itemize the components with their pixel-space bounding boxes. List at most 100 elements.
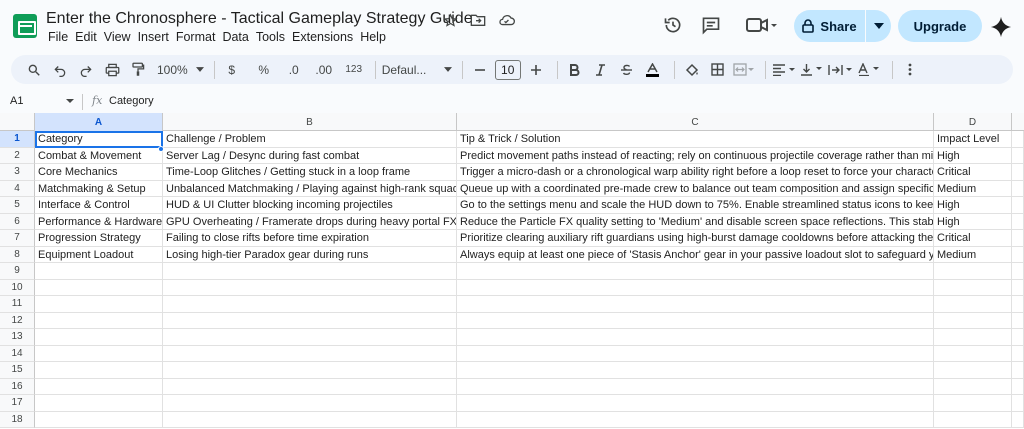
share-button[interactable]: Share bbox=[794, 10, 866, 42]
menu-extensions[interactable]: Extensions bbox=[290, 30, 358, 44]
grid-cell[interactable]: Reduce the Particle FX quality setting t… bbox=[457, 213, 934, 230]
paint-format-icon[interactable] bbox=[127, 59, 149, 81]
row-header[interactable]: 1 bbox=[0, 131, 35, 148]
row-header[interactable]: 14 bbox=[0, 345, 35, 362]
row-header[interactable]: 10 bbox=[0, 279, 35, 296]
menu-format[interactable]: Format bbox=[174, 30, 221, 44]
strikethrough-icon[interactable] bbox=[616, 59, 638, 81]
grid-cell[interactable] bbox=[35, 378, 163, 395]
grid-cell[interactable] bbox=[1012, 131, 1024, 148]
star-icon[interactable] bbox=[440, 10, 460, 30]
grid-cell[interactable]: High bbox=[934, 213, 1012, 230]
horizontal-align-icon[interactable] bbox=[772, 59, 796, 81]
menu-tools[interactable]: Tools bbox=[254, 30, 290, 44]
grid-cell[interactable] bbox=[35, 395, 163, 412]
row-header[interactable]: 8 bbox=[0, 246, 35, 263]
grid-cell[interactable]: GPU Overheating / Framerate drops during… bbox=[163, 213, 457, 230]
decrease-font-size-icon[interactable] bbox=[469, 59, 491, 81]
select-all-corner[interactable] bbox=[0, 113, 35, 131]
grid-cell[interactable]: HUD & UI Clutter blocking incoming proje… bbox=[163, 197, 457, 214]
grid-cell[interactable] bbox=[1012, 312, 1024, 329]
move-folder-icon[interactable] bbox=[468, 10, 488, 30]
grid-cell[interactable] bbox=[457, 362, 934, 379]
grid-cell[interactable] bbox=[35, 362, 163, 379]
grid-cell[interactable] bbox=[163, 362, 457, 379]
menu-edit[interactable]: Edit bbox=[73, 30, 102, 44]
grid-cell[interactable]: Server Lag / Desync during fast combat bbox=[163, 147, 457, 164]
grid-cell[interactable]: Tip & Trick / Solution bbox=[457, 131, 934, 148]
grid-cell[interactable] bbox=[1012, 197, 1024, 214]
grid-cell[interactable] bbox=[163, 329, 457, 346]
selection-fill-handle[interactable] bbox=[158, 146, 164, 152]
grid-cell[interactable] bbox=[1012, 230, 1024, 247]
grid-cell[interactable] bbox=[1012, 279, 1024, 296]
version-history-icon[interactable] bbox=[662, 14, 684, 36]
column-header-b[interactable]: B bbox=[163, 113, 457, 131]
borders-icon[interactable] bbox=[707, 59, 729, 81]
menu-insert[interactable]: Insert bbox=[136, 30, 174, 44]
grid-cell[interactable]: Time-Loop Glitches / Getting stuck in a … bbox=[163, 164, 457, 181]
grid-cell[interactable]: Challenge / Problem bbox=[163, 131, 457, 148]
grid-cell[interactable]: Progression Strategy bbox=[35, 230, 163, 247]
grid-cell[interactable] bbox=[934, 378, 1012, 395]
grid-cell[interactable] bbox=[934, 329, 1012, 346]
grid-cell[interactable] bbox=[163, 395, 457, 412]
grid-cell[interactable] bbox=[934, 345, 1012, 362]
column-header-d[interactable]: D bbox=[934, 113, 1012, 131]
grid-cell[interactable] bbox=[35, 345, 163, 362]
chevron-down-icon[interactable] bbox=[66, 99, 74, 103]
print-icon[interactable] bbox=[101, 59, 123, 81]
row-header[interactable]: 16 bbox=[0, 378, 35, 395]
grid-cell[interactable] bbox=[1012, 296, 1024, 313]
font-size-input[interactable]: 10 bbox=[494, 59, 521, 80]
grid-cell[interactable]: Queue up with a coordinated pre-made cre… bbox=[457, 180, 934, 197]
fill-color-icon[interactable] bbox=[681, 59, 703, 81]
grid-cell[interactable]: Prioritize clearing auxiliary rift guard… bbox=[457, 230, 934, 247]
bold-icon[interactable] bbox=[564, 59, 586, 81]
grid-cell[interactable]: Medium bbox=[934, 246, 1012, 263]
upgrade-button[interactable]: Upgrade bbox=[898, 10, 982, 42]
grid-cell[interactable] bbox=[457, 378, 934, 395]
grid-cell[interactable] bbox=[163, 345, 457, 362]
grid-cell[interactable] bbox=[934, 362, 1012, 379]
grid-cell[interactable] bbox=[457, 329, 934, 346]
grid-cell[interactable]: Critical bbox=[934, 164, 1012, 181]
row-header[interactable]: 6 bbox=[0, 213, 35, 230]
row-header[interactable]: 9 bbox=[0, 263, 35, 280]
grid-cell[interactable]: Matchmaking & Setup bbox=[35, 180, 163, 197]
grid-cell[interactable] bbox=[457, 395, 934, 412]
row-header[interactable]: 15 bbox=[0, 362, 35, 379]
text-rotation-icon[interactable] bbox=[858, 59, 882, 81]
grid-cell[interactable] bbox=[1012, 180, 1024, 197]
percent-format-button[interactable]: % bbox=[253, 59, 275, 81]
grid-cell[interactable]: Predict movement paths instead of reacti… bbox=[457, 147, 934, 164]
more-formats-button[interactable]: 123 bbox=[343, 59, 365, 81]
increase-font-size-icon[interactable] bbox=[525, 59, 547, 81]
grid-cell[interactable]: Always equip at least one piece of 'Stas… bbox=[457, 246, 934, 263]
grid-cell[interactable] bbox=[35, 279, 163, 296]
grid-cell[interactable] bbox=[1012, 329, 1024, 346]
grid-cell[interactable]: Failing to close rifts before time expir… bbox=[163, 230, 457, 247]
grid-cell[interactable] bbox=[457, 263, 934, 280]
grid-cell[interactable]: High bbox=[934, 147, 1012, 164]
grid-cell[interactable] bbox=[1012, 362, 1024, 379]
sheets-logo-icon[interactable] bbox=[13, 14, 37, 38]
font-select[interactable]: Defaul... bbox=[382, 59, 452, 81]
grid-cell[interactable] bbox=[457, 296, 934, 313]
grid-cell[interactable] bbox=[934, 279, 1012, 296]
grid-cell[interactable] bbox=[1012, 147, 1024, 164]
column-header-c[interactable]: C bbox=[457, 113, 934, 131]
grid-cell[interactable] bbox=[457, 312, 934, 329]
row-header[interactable]: 12 bbox=[0, 312, 35, 329]
grid-cell[interactable]: High bbox=[934, 197, 1012, 214]
grid-cell[interactable]: Category bbox=[35, 131, 163, 148]
row-header[interactable]: 17 bbox=[0, 395, 35, 412]
grid-cell[interactable]: Go to the settings menu and scale the HU… bbox=[457, 197, 934, 214]
grid-cell[interactable] bbox=[934, 395, 1012, 412]
grid-cell[interactable]: Critical bbox=[934, 230, 1012, 247]
row-header[interactable]: 13 bbox=[0, 329, 35, 346]
meet-video-icon[interactable] bbox=[744, 14, 780, 36]
grid-cell[interactable]: Trigger a micro-dash or a chronological … bbox=[457, 164, 934, 181]
grid-cell[interactable] bbox=[1012, 395, 1024, 412]
grid-cell[interactable] bbox=[457, 411, 934, 428]
